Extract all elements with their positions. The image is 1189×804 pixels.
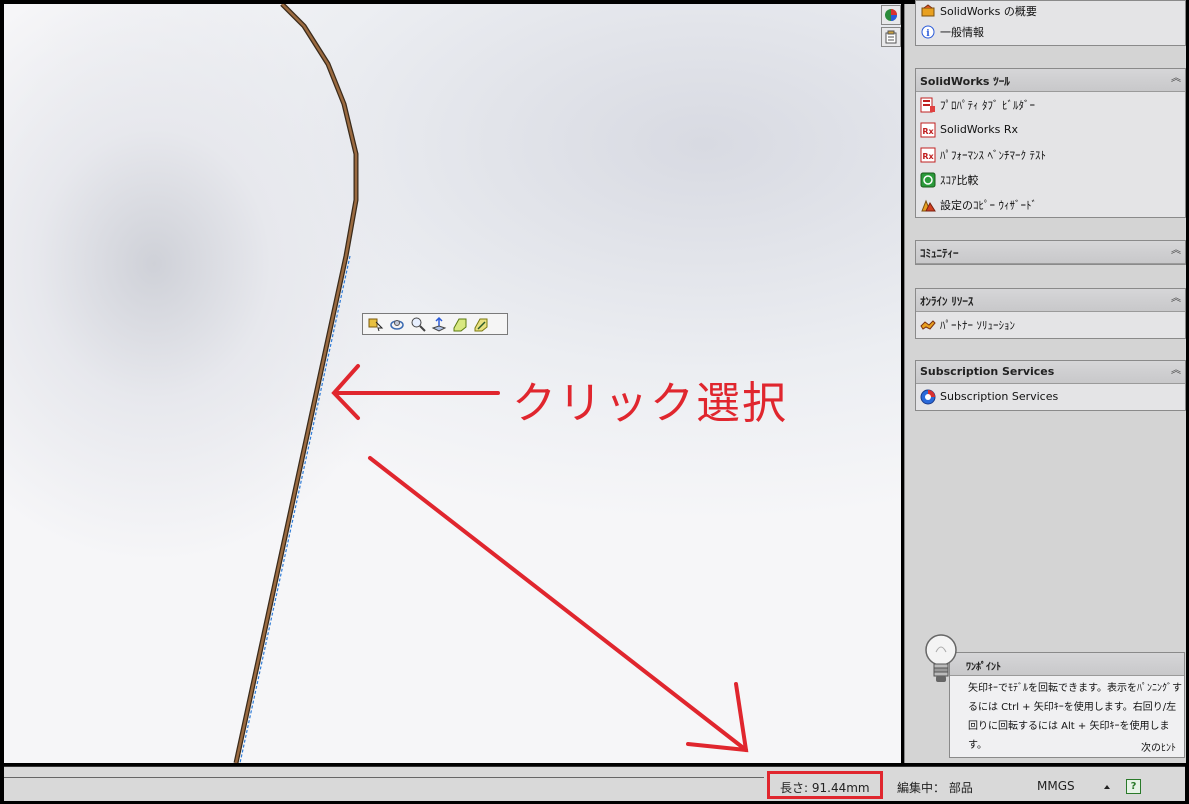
graphics-area[interactable]: クリック選択 [4,4,901,763]
community-panel-title: ｺﾐｭﾆﾃｨｰ [920,247,959,260]
subscription-label: Subscription Services [940,390,1059,403]
online-resources-panel: ｵﾝﾗｲﾝ ﾘｿｰｽ ︽ ﾊﾟｰﾄﾅｰ ｿﾘｭｰｼｮﾝ [915,288,1186,339]
callout-arrow [331,364,500,420]
partner-solutions-icon [920,317,936,333]
tools-item-label: ﾌﾟﾛﾊﾟﾃｨ ﾀﾌﾞ ﾋﾞﾙﾀﾞｰ [940,98,1035,112]
pointer-arrow [368,456,749,753]
top-panel: SolidWorks の概要 i 一般情報 [915,0,1186,46]
appearance-icon[interactable] [881,5,901,25]
collapse-icon[interactable]: ︽ [1171,246,1181,256]
help-icon[interactable]: ? [1126,779,1141,794]
tools-panel: SolidWorks ﾂｰﾙ ︽ ﾌﾟﾛﾊﾟﾃｨ ﾀﾌﾞ ﾋﾞﾙﾀﾞｰ Rx S… [915,68,1186,218]
overview-icon [920,3,936,19]
tools-item[interactable]: Rx SolidWorks Rx [916,117,1185,142]
tools-panel-title: SolidWorks ﾂｰﾙ [920,75,1010,88]
solidworks-rx-icon: Rx [920,122,936,138]
score-compare-icon [920,172,936,188]
edit-sketch-icon[interactable] [472,316,490,332]
context-toolbar [362,313,508,335]
tools-item[interactable]: ｽｺｱ比較 [916,167,1185,192]
subscription-panel-title: Subscription Services [920,365,1055,378]
tip-of-the-day: ﾜﾝﾎﾟｲﾝﾄ 矢印ｷｰでﾓﾃﾞﾙを回転できます。表示をﾊﾟﾝﾆﾝｸﾞするには … [949,652,1185,758]
editing-status: 編集中： 部品 [897,781,973,795]
selected-edge-highlight [239,255,351,763]
units-selector[interactable]: MMGS [1037,779,1075,793]
online-panel-header[interactable]: ｵﾝﾗｲﾝ ﾘｿｰｽ ︽ [916,289,1185,312]
tools-item[interactable]: ﾌﾟﾛﾊﾟﾃｨ ﾀﾌﾞ ﾋﾞﾙﾀﾞｰ [916,92,1185,117]
svg-text:i: i [926,29,930,39]
view-palette-icon[interactable] [881,27,901,47]
tip-title: ﾜﾝﾎﾟｲﾝﾄ [966,662,1001,673]
collapse-icon[interactable]: ︽ [1171,294,1181,304]
sketch-edge-fill [234,4,358,763]
units-dropdown-icon[interactable] [1104,785,1110,789]
zoom-to-selection-icon[interactable] [409,316,427,332]
benchmark-icon: Rx [920,147,936,163]
sketch-edge [233,4,359,763]
svg-text:Rx: Rx [922,152,934,161]
tools-item-label: ﾊﾟﾌｫｰﾏﾝｽ ﾍﾞﾝﾁﾏｰｸ ﾃｽﾄ [940,148,1046,162]
sketch-icon[interactable] [451,316,469,332]
subscription-item[interactable]: Subscription Services [916,384,1185,409]
select-other-icon[interactable] [367,316,385,332]
partner-solutions-label: ﾊﾟｰﾄﾅｰ ｿﾘｭｰｼｮﾝ [940,318,1015,332]
collapse-icon[interactable]: ︽ [1171,74,1181,84]
info-icon: i [920,24,936,40]
copy-settings-wizard-icon [920,197,936,213]
overview-label: SolidWorks の概要 [940,4,1037,18]
lightbulb-icon [925,634,957,682]
rotate-view-icon[interactable] [388,316,406,332]
view-toolbar [881,4,901,52]
tools-item-label: 設定のｺﾋﾟｰ ｳｨｻﾞｰﾄﾞ [940,198,1037,212]
general-info-label: 一般情報 [940,26,984,39]
svg-text:Rx: Rx [922,127,934,136]
subscription-panel: Subscription Services ︽ Subscription Ser… [915,360,1186,411]
task-pane: SolidWorks の概要 i 一般情報 SolidWorks ﾂｰﾙ ︽ ﾌ… [904,0,1186,763]
partner-solutions-item[interactable]: ﾊﾟｰﾄﾅｰ ｿﾘｭｰｼｮﾝ [916,312,1185,337]
tools-item[interactable]: 設定のｺﾋﾟｰ ｳｨｻﾞｰﾄﾞ [916,192,1185,217]
general-info-item[interactable]: i 一般情報 [916,20,1185,44]
overview-item[interactable]: SolidWorks の概要 [916,1,1185,20]
tip-header: ﾜﾝﾎﾟｲﾝﾄ [950,653,1184,676]
length-readout: 長さ: 91.44mm [780,781,870,795]
collapse-icon[interactable]: ︽ [1171,366,1181,376]
tools-panel-header[interactable]: SolidWorks ﾂｰﾙ ︽ [916,69,1185,92]
subscription-icon [920,389,936,405]
next-tip-link[interactable]: 次のﾋﾝﾄ [1141,739,1176,754]
application-window: クリック選択 SolidWorks の概要 i 一般情報 SolidWorks … [0,0,1189,804]
community-panel-header[interactable]: ｺﾐｭﾆﾃｨｰ ︽ [916,241,1185,264]
subscription-panel-header[interactable]: Subscription Services ︽ [916,361,1185,384]
property-tab-builder-icon [920,97,936,113]
status-bar: 長さ: 91.44mm 編集中： 部品 MMGS ? [4,766,1185,801]
tools-item-label: SolidWorks Rx [940,123,1019,136]
normal-to-icon[interactable] [430,316,448,332]
status-divider [4,777,764,778]
online-panel-title: ｵﾝﾗｲﾝ ﾘｿｰｽ [920,295,974,308]
tools-item[interactable]: Rx ﾊﾟﾌｫｰﾏﾝｽ ﾍﾞﾝﾁﾏｰｸ ﾃｽﾄ [916,142,1185,167]
tools-item-label: ｽｺｱ比較 [940,173,979,187]
community-panel: ｺﾐｭﾆﾃｨｰ ︽ [915,240,1186,265]
callout-label: クリック選択 [512,378,788,429]
